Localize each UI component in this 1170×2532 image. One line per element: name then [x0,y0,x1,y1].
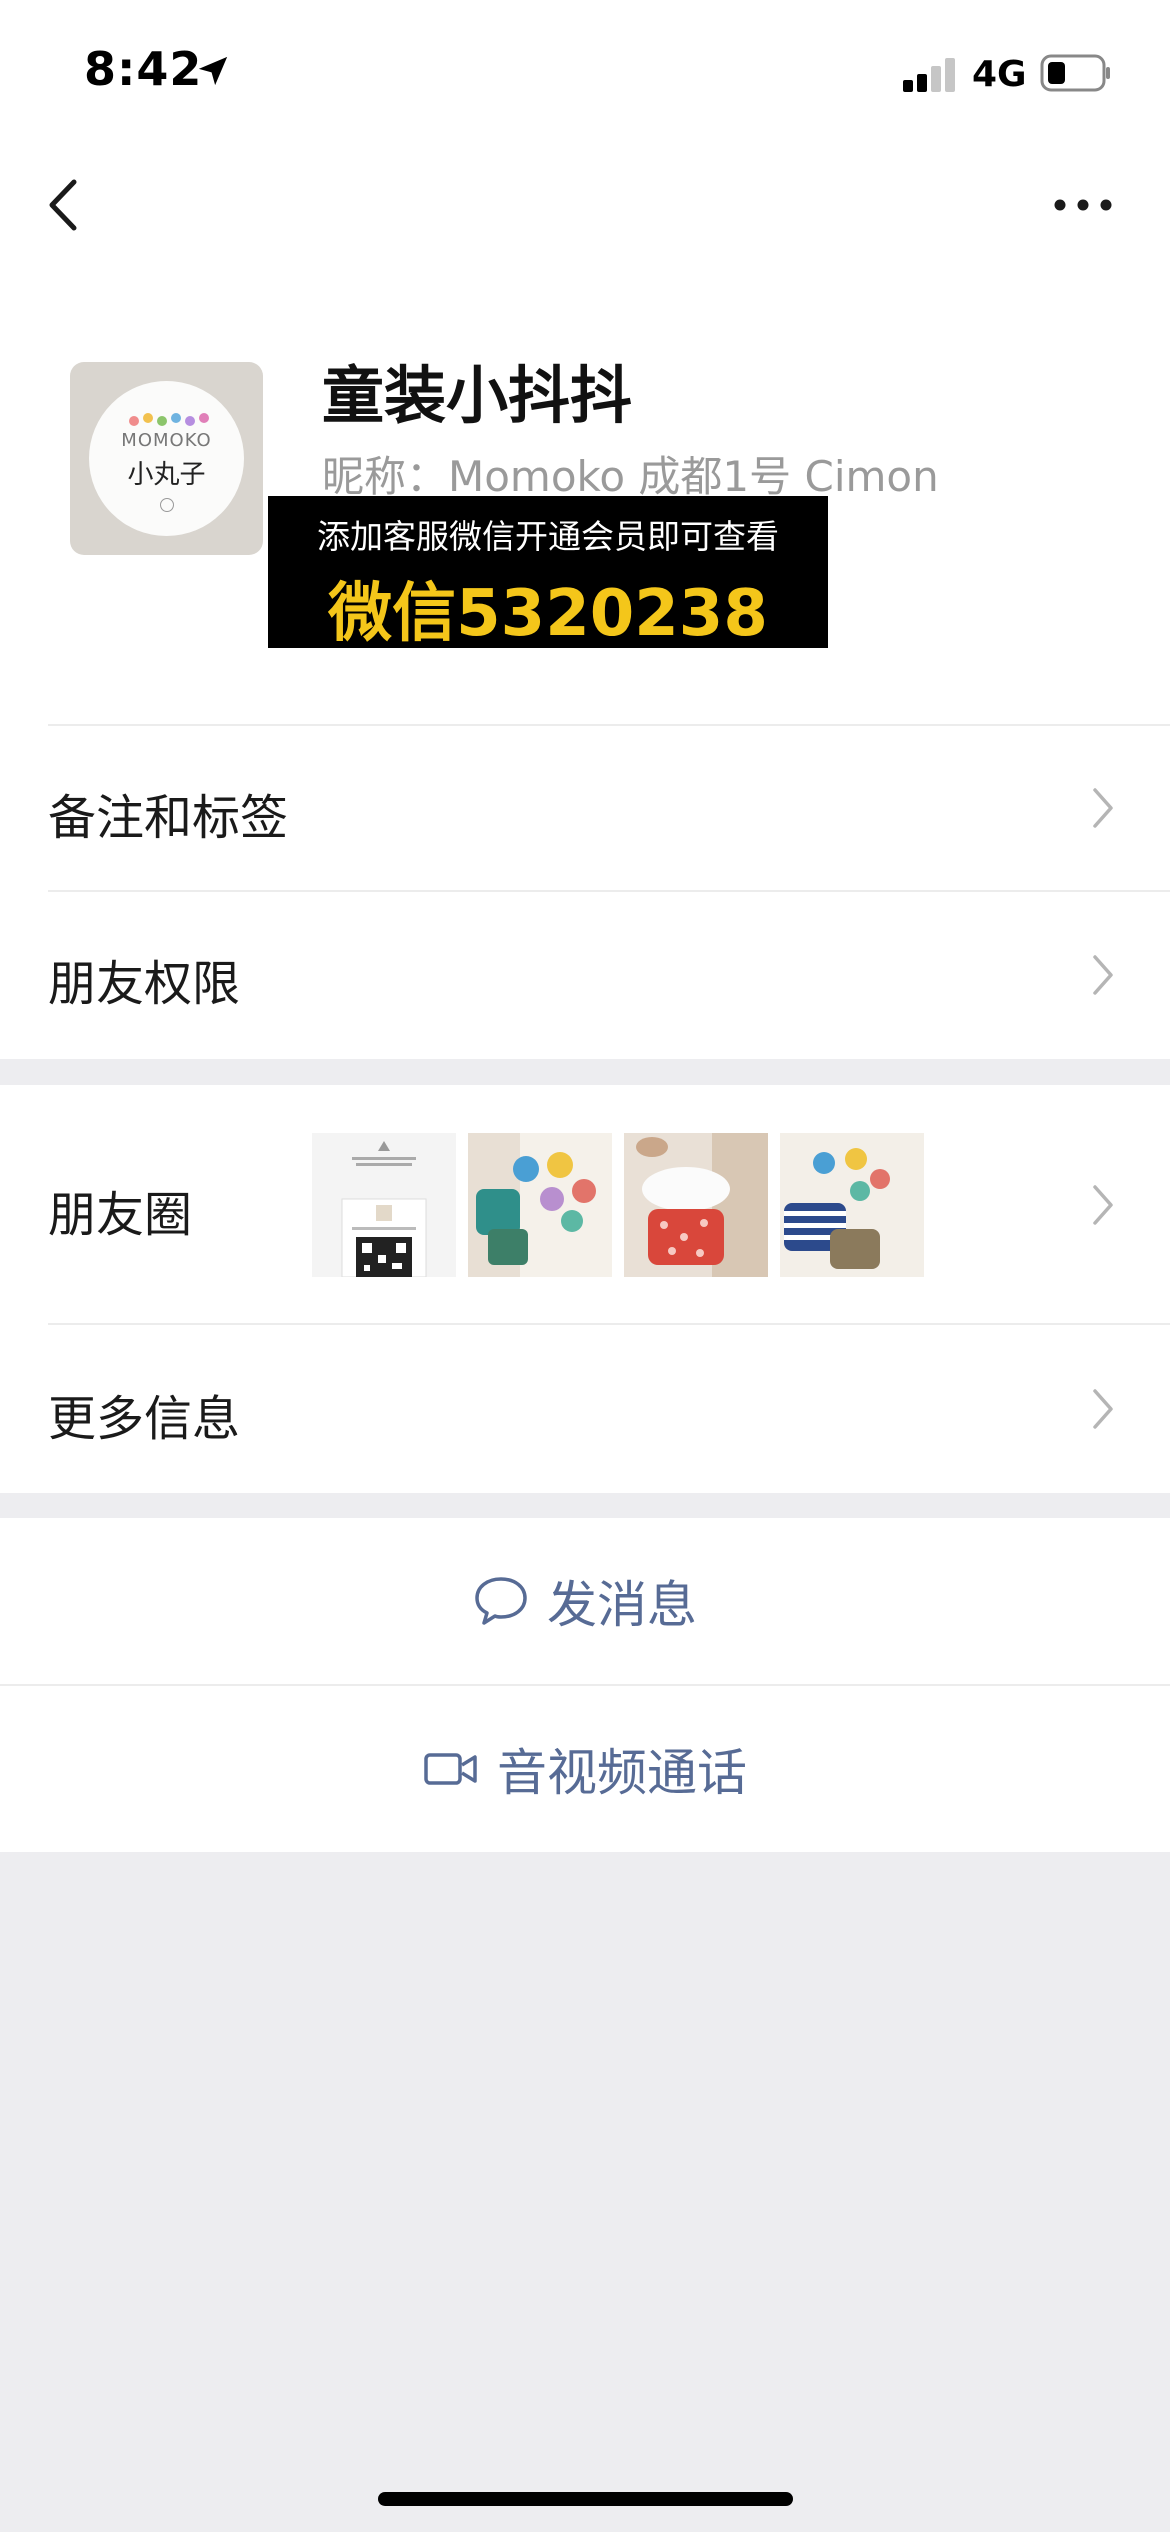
send-message-button[interactable]: 发消息 [0,1518,1170,1684]
row-remarks-tags[interactable]: 备注和标签 [0,726,1170,890]
moments-thumbnail-qr [312,1133,456,1277]
promo-overlay: 添加客服微信开通会员即可查看 微信5320238 [268,496,828,651]
row-more-info[interactable]: 更多信息 [0,1325,1170,1493]
video-call-label: 音视频通话 [497,1744,747,1802]
chevron-right-icon [1093,788,1113,828]
row-label: 备注和标签 [48,790,289,846]
avatar[interactable]: MOMOKO 小丸子 [70,362,263,555]
chevron-right-icon [1093,1389,1113,1429]
chevron-right-icon [1093,955,1113,995]
chevron-right-icon [1093,1185,1113,1225]
video-call-button[interactable]: 音视频通话 [0,1686,1170,1852]
promo-wechat-id: 微信5320238 [328,577,768,651]
promo-text: 添加客服微信开通会员即可查看 [317,517,779,556]
chat-bubble-icon [475,1577,527,1625]
moments-thumbnail-2 [468,1133,612,1277]
moments-thumbnail-3 [624,1133,768,1277]
row-label: 更多信息 [48,1391,241,1447]
cellular-signal-icon [903,56,959,92]
contact-profile-screen: 8:42 4G MOMOKO 小丸子 童装小抖抖 昵称：Momoko 成都1号 … [0,0,1170,2532]
display-name: 童装小抖抖 [322,359,633,432]
video-camera-icon [424,1753,477,1785]
status-time: 8:42 [84,42,203,96]
battery-icon [1040,54,1110,92]
moments-thumbnail-4 [780,1133,924,1277]
back-icon[interactable] [36,170,96,240]
more-options-icon[interactable] [1048,180,1118,230]
network-type: 4G [972,54,1027,95]
home-indicator[interactable] [378,2492,793,2506]
avatar-name-text: 小丸子 [127,460,206,490]
avatar-brand-text: MOMOKO [121,430,212,451]
send-message-label: 发消息 [547,1576,697,1634]
location-arrow-icon [198,56,228,86]
row-friend-permissions[interactable]: 朋友权限 [0,892,1170,1058]
row-label: 朋友圈 [48,1187,193,1243]
hearts-decoration-icon [129,413,209,426]
row-label: 朋友权限 [48,956,241,1012]
avatar-badge-icon [160,498,174,512]
nickname: 昵称：Momoko 成都1号 Cimon [322,452,939,501]
